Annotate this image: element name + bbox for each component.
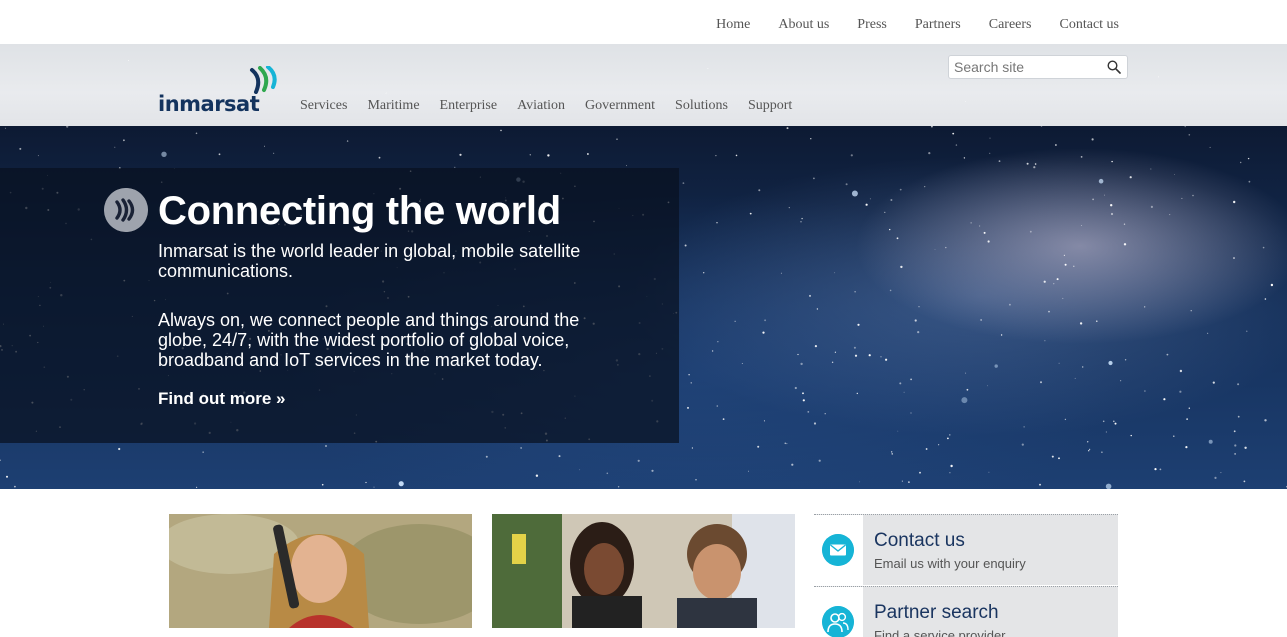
logo-waves-icon: [250, 66, 277, 94]
main-nav-maritime[interactable]: Maritime: [367, 98, 419, 114]
main-nav-support[interactable]: Support: [748, 98, 792, 114]
sidebar-item-contact-us[interactable]: Contact us Email us with your enquiry: [814, 514, 1118, 585]
sidebar-item-partner-search[interactable]: Partner search Find a service provider: [814, 586, 1118, 637]
sidebar-item-title: Partner search: [874, 602, 999, 623]
top-nav-contact-us[interactable]: Contact us: [1060, 17, 1120, 33]
top-nav-careers[interactable]: Careers: [989, 17, 1032, 33]
top-nav-about-us[interactable]: About us: [778, 17, 829, 33]
main-nav: Services Maritime Enterprise Aviation Go…: [300, 98, 812, 114]
utility-nav: Home About us Press Partners Careers Con…: [688, 17, 1119, 33]
main-nav-solutions[interactable]: Solutions: [675, 98, 728, 114]
search-box: [948, 55, 1128, 79]
hero-title: Connecting the world: [158, 189, 561, 233]
envelope-icon: [822, 534, 854, 566]
hero-body-text: Always on, we connect people and things …: [158, 310, 580, 370]
top-bar: Home About us Press Partners Careers Con…: [0, 0, 1287, 44]
sidebar-item-title: Contact us: [874, 530, 965, 551]
main-nav-enterprise[interactable]: Enterprise: [440, 98, 498, 114]
quick-links-sidebar: Contact us Email us with your enquiry Pa…: [814, 514, 1118, 637]
logo-wordmark: inmarsat: [158, 92, 260, 116]
search-icon[interactable]: [1107, 60, 1121, 74]
promo-image-office-workers[interactable]: [492, 514, 795, 628]
site-header: inmarsat Services Maritime Enterprise Av…: [0, 44, 1287, 126]
inmarsat-logo[interactable]: inmarsat: [158, 66, 288, 116]
top-nav-partners[interactable]: Partners: [915, 17, 961, 33]
sidebar-item-subtitle: Find a service provider: [874, 628, 1006, 637]
sidebar-item-subtitle: Email us with your enquiry: [874, 556, 1026, 571]
main-nav-government[interactable]: Government: [585, 98, 655, 114]
promo-image-satellite-phone[interactable]: [169, 514, 472, 628]
people-icon: [822, 606, 854, 637]
hero-intro-text: Inmarsat is the world leader in global, …: [158, 241, 581, 281]
office-workers-photo: [492, 514, 795, 628]
top-nav-home[interactable]: Home: [716, 17, 750, 33]
search-input[interactable]: [949, 56, 1099, 78]
hero-text-panel: Connecting the world Inmarsat is the wor…: [0, 168, 679, 443]
main-nav-aviation[interactable]: Aviation: [517, 98, 565, 114]
find-out-more-link[interactable]: Find out more »: [158, 389, 286, 409]
main-nav-services[interactable]: Services: [300, 98, 347, 114]
signal-waves-icon: [104, 188, 148, 232]
woman-with-satphone-photo: [169, 514, 472, 628]
top-nav-press[interactable]: Press: [857, 17, 887, 33]
hero-banner: Connecting the world Inmarsat is the wor…: [0, 126, 1287, 489]
